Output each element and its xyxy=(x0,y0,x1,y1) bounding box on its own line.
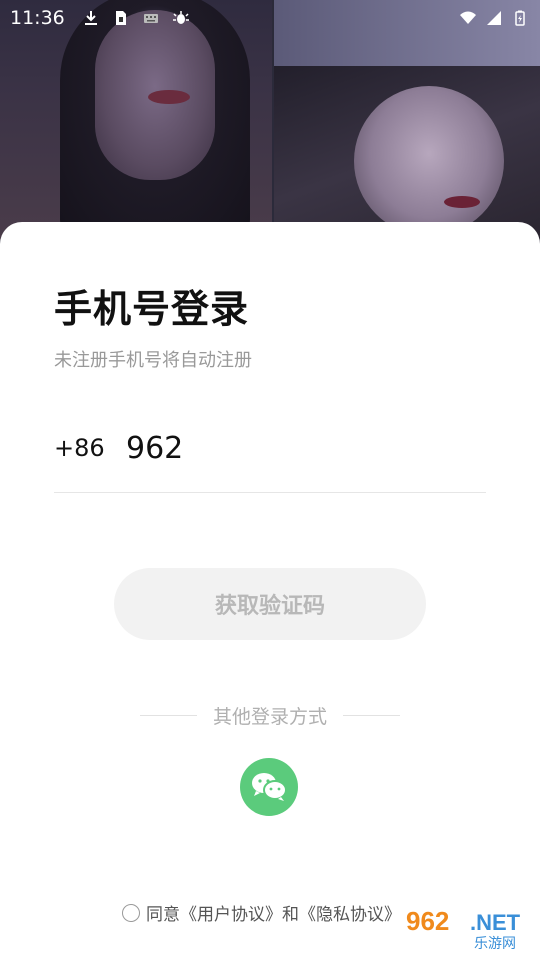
login-sheet: 手机号登录 未注册手机号将自动注册 +86 获取验证码 其他登录方式 同意 《用… xyxy=(0,222,540,960)
get-verification-code-button[interactable]: 获取验证码 xyxy=(114,568,426,640)
agreement-prefix: 同意 xyxy=(146,905,180,925)
download-icon xyxy=(84,11,97,25)
country-code[interactable]: +86 xyxy=(54,434,105,462)
phone-number-input[interactable] xyxy=(126,426,466,470)
sim-icon xyxy=(115,11,126,25)
agreement-row: 同意 《用户协议》 和 《隐私协议》 xyxy=(122,900,401,925)
watermark-site: 乐游网 xyxy=(474,936,516,952)
user-agreement-link[interactable]: 《用户协议》 xyxy=(180,900,282,925)
battery-icon xyxy=(515,10,525,26)
status-bar: 11:36 xyxy=(0,0,540,36)
watermark-suffix: .NET xyxy=(470,910,521,935)
divider-line-right xyxy=(343,714,401,716)
page-subtitle: 未注册手机号将自动注册 xyxy=(54,350,252,371)
other-login-label: 其他登录方式 xyxy=(213,705,328,728)
agreement-and: 和 xyxy=(282,905,299,925)
privacy-policy-link[interactable]: 《隐私协议》 xyxy=(299,900,401,925)
keyboard-icon xyxy=(143,14,158,23)
bug-icon xyxy=(172,11,189,24)
wechat-icon xyxy=(252,773,287,801)
divider-line-left xyxy=(140,714,197,716)
phone-input-row: +86 xyxy=(54,422,486,493)
wifi-icon xyxy=(460,11,476,24)
page-title: 手机号登录 xyxy=(54,287,250,331)
photo-portrait-right xyxy=(274,66,540,240)
site-watermark-logo: 962 .NET 乐游网 xyxy=(400,906,532,952)
signal-icon xyxy=(487,11,501,25)
watermark-number: 962 xyxy=(406,906,449,936)
agreement-checkbox[interactable] xyxy=(122,903,140,922)
header-photo-collage xyxy=(0,0,540,240)
other-login-divider: 其他登录方式 xyxy=(140,702,401,728)
status-time: 11:36 xyxy=(10,7,65,29)
wechat-login-button[interactable] xyxy=(240,758,298,816)
photo-portrait-left xyxy=(0,0,272,240)
